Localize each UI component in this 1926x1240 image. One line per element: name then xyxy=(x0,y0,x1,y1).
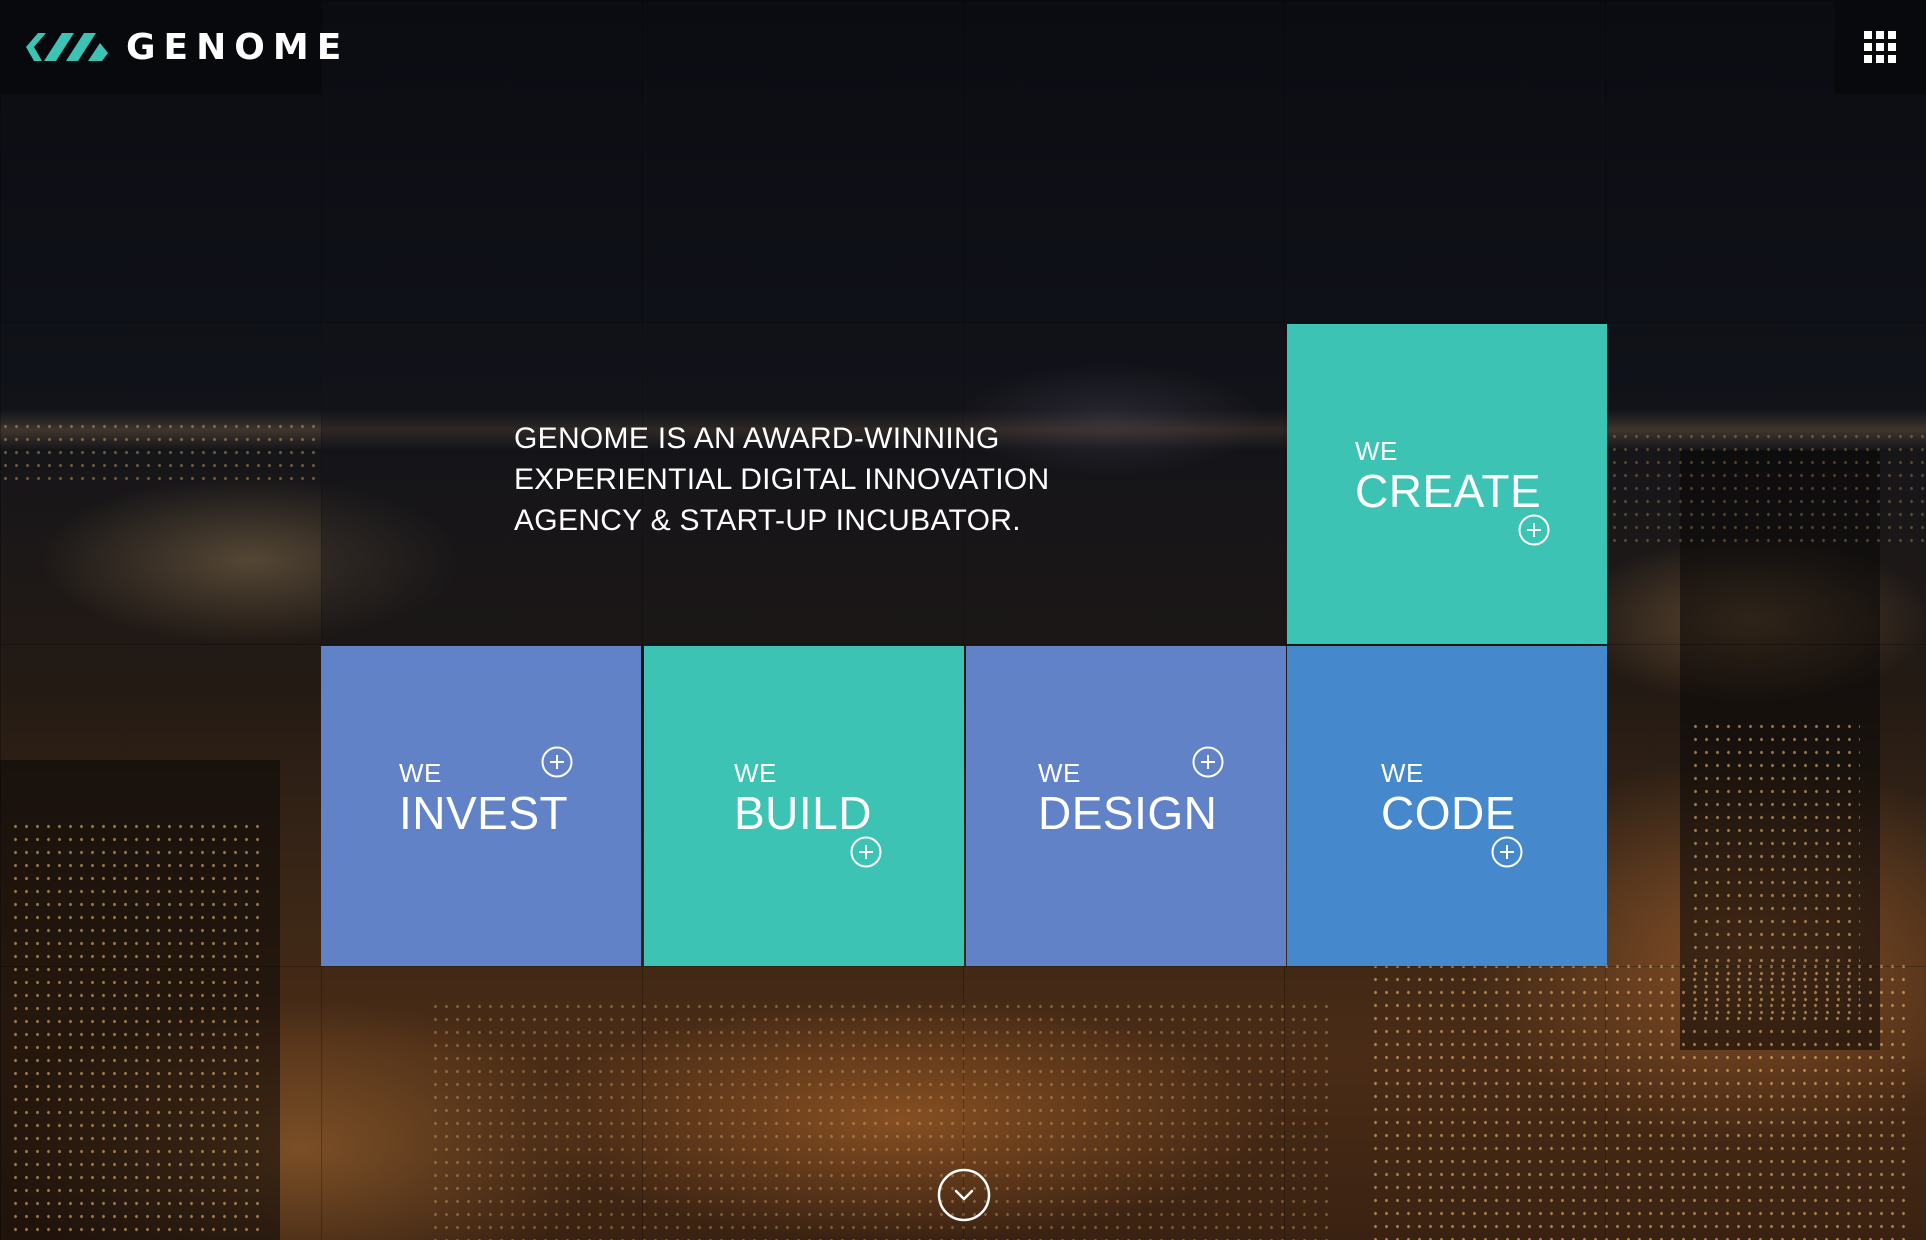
tile-we-design[interactable]: WE DESIGN xyxy=(966,646,1286,966)
scroll-down-button[interactable] xyxy=(937,1168,991,1222)
shoreline-lights xyxy=(0,420,320,480)
tile-prefix: WE xyxy=(1038,758,1081,788)
plus-circle-icon xyxy=(1491,836,1523,868)
tile-prefix: WE xyxy=(1381,758,1424,788)
tile-title: CREATE xyxy=(1355,465,1542,517)
tile-we-build[interactable]: WE BUILD xyxy=(644,646,964,966)
tile-prefix: WE xyxy=(1355,436,1398,466)
plus-circle-icon xyxy=(850,836,882,868)
building-lights xyxy=(430,1000,1330,1240)
building-lights xyxy=(1370,960,1910,1240)
intro-statement: GENOME IS AN AWARD-WINNING EXPERIENTIAL … xyxy=(514,418,1074,541)
tile-title: BUILD xyxy=(734,787,872,839)
plus-circle-icon xyxy=(1518,514,1550,546)
homepage: GENOME GENOME IS AN AWARD-WINNING EXPERI… xyxy=(0,0,1926,1240)
plus-circle-icon xyxy=(541,746,573,778)
tile-prefix: WE xyxy=(734,758,777,788)
intro-line: AGENCY & START-UP INCUBATOR. xyxy=(514,504,1021,537)
chevron-down-circle-icon xyxy=(937,1168,991,1222)
tile-prefix: WE xyxy=(399,758,442,788)
logo-link[interactable]: GENOME xyxy=(0,0,341,94)
tile-we-invest[interactable]: WE INVEST xyxy=(321,646,641,966)
tile-we-create[interactable]: WE CREATE xyxy=(1287,324,1607,644)
intro-line: EXPERIENTIAL DIGITAL INNOVATION xyxy=(514,463,1050,496)
menu-button[interactable] xyxy=(1834,0,1926,94)
plus-circle-icon xyxy=(1192,746,1224,778)
brand-name: GENOME xyxy=(126,26,350,68)
grid-menu-icon xyxy=(1864,31,1896,63)
tile-we-code[interactable]: WE CODE xyxy=(1287,646,1607,966)
genome-stripes-logo-icon xyxy=(24,27,110,67)
tile-title: DESIGN xyxy=(1038,787,1218,839)
tile-title: INVEST xyxy=(399,787,569,839)
tile-title: CODE xyxy=(1381,787,1516,839)
intro-line: GENOME IS AN AWARD-WINNING xyxy=(514,422,1000,455)
building-lights xyxy=(10,820,260,1240)
